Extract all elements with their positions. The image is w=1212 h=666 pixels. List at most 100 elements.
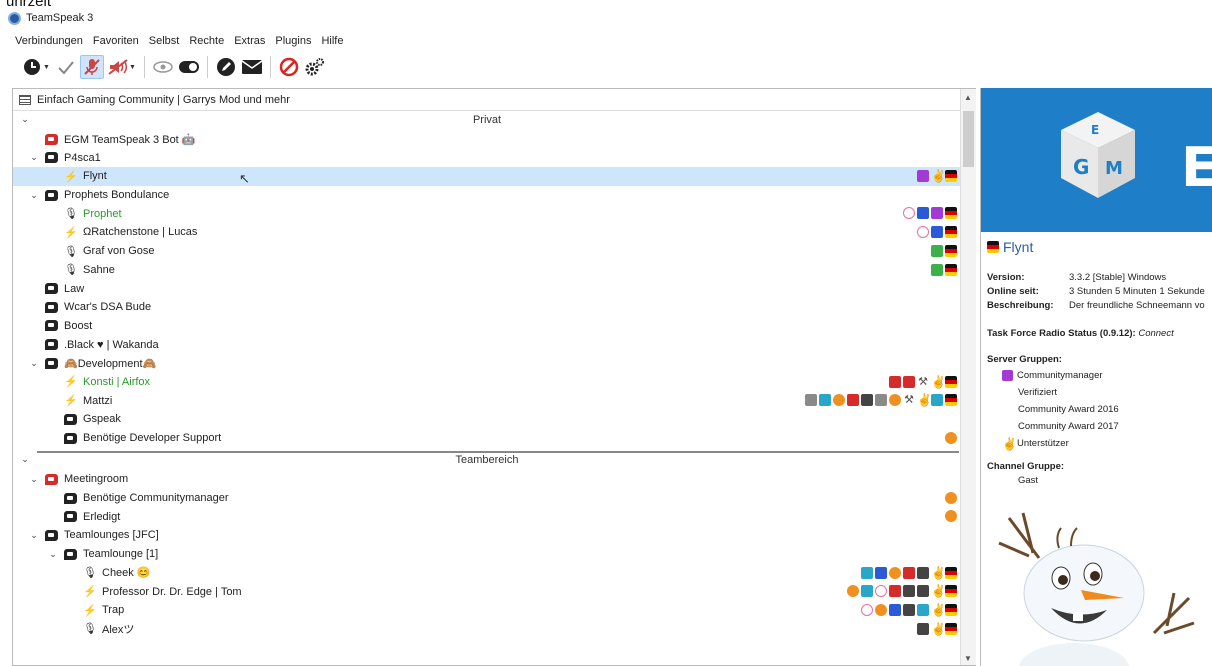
channel-row[interactable]: EGM TeamSpeak 3 Bot 🤖 <box>13 130 961 149</box>
mute-microphone-button[interactable] <box>79 55 104 79</box>
client-row[interactable]: ⚡ Konsti | Airfox ⚒ ✌ <box>13 373 961 392</box>
channel-row[interactable]: Gspeak <box>13 410 961 429</box>
communitymanager-icon <box>1002 370 1013 381</box>
group-badges <box>917 226 957 239</box>
client-row[interactable]: ⚡ Professor Dr. Dr. Edge | Tom ✌ <box>13 582 961 601</box>
group-badge-icon <box>931 244 943 257</box>
channel-row[interactable]: ⌄ Prophets Bondulance <box>13 186 961 205</box>
channel-row[interactable]: ⌄ Teamlounge [1] <box>13 545 961 564</box>
channel-icon <box>64 492 77 504</box>
chevron-down-icon[interactable]: ▼ <box>43 64 50 71</box>
german-flag-icon <box>945 394 957 407</box>
menu-selbst[interactable]: Selbst <box>144 33 185 49</box>
activate-microphone-button[interactable] <box>54 55 78 79</box>
channel-row[interactable]: Benötige Communitymanager <box>13 489 961 508</box>
spacer-teambereich[interactable]: ⌄ Teambereich <box>13 451 961 470</box>
menu-rechte[interactable]: Rechte <box>184 33 229 49</box>
server-groups-label: Server Gruppen: <box>987 354 1062 365</box>
edit-button[interactable] <box>214 55 238 79</box>
menu-plugins[interactable]: Plugins <box>270 33 316 49</box>
row-name: Wcar's DSA Bude <box>64 301 152 314</box>
channel-icon <box>64 548 77 560</box>
toolbar-divider <box>269 56 271 78</box>
client-name: Flynt <box>1003 239 1034 255</box>
client-row[interactable]: 🎙 Graf von Gose <box>13 242 961 261</box>
channel-row[interactable]: .Black ♥ | Wakanda <box>13 335 961 354</box>
chevron-down-icon[interactable]: ⌄ <box>23 474 45 485</box>
client-row[interactable]: 🎙 Prophet <box>13 204 961 223</box>
menu-hilfe[interactable]: Hilfe <box>316 33 348 49</box>
chevron-down-icon[interactable]: ⌄ <box>42 549 64 560</box>
window-title: TeamSpeak 3 <box>26 12 94 24</box>
group-badge-icon <box>903 207 915 220</box>
chevron-down-icon[interactable]: ⌄ <box>23 530 45 541</box>
chevron-down-icon[interactable]: ⌄ <box>23 190 45 201</box>
chevron-down-icon[interactable]: ⌄ <box>23 152 45 163</box>
channel-row[interactable]: ⌄ Teamlounges [JFC] <box>13 526 961 545</box>
channel-row[interactable]: Law <box>13 279 961 298</box>
group-badge-icon: ✌ <box>931 565 946 580</box>
client-row[interactable]: 🎙 Cheek 😊 ✌ <box>13 564 961 583</box>
online-value: 3 Stunden 5 Minuten 1 Sekunde <box>1069 286 1205 297</box>
german-flag-icon <box>945 170 957 183</box>
chevron-down-icon[interactable]: ⌄ <box>23 358 45 369</box>
spacer-privat[interactable]: ⌄ Privat <box>13 111 961 130</box>
chevron-down-icon[interactable]: ▼ <box>129 64 136 71</box>
clock-icon <box>24 59 40 75</box>
row-name: .Black ♥ | Wakanda <box>64 338 159 351</box>
avatar <box>998 512 1195 666</box>
scroll-up-arrow-icon[interactable]: ▲ <box>964 93 972 102</box>
german-flag-icon <box>945 207 957 220</box>
toggle-icon <box>178 61 199 73</box>
settings-button[interactable] <box>303 55 327 79</box>
row-name: Benötige Developer Support <box>83 432 222 445</box>
subscribe-button[interactable] <box>151 55 175 79</box>
channel-icon <box>45 189 58 201</box>
muted-microphone-icon: ⚡ <box>64 395 78 408</box>
scrollbar-thumb[interactable] <box>963 111 974 167</box>
client-row[interactable]: 🎙 Sahne <box>13 261 961 280</box>
client-row[interactable]: 🎙 Alexツ ✌ <box>13 620 961 639</box>
scroll-down-arrow-icon[interactable]: ▼ <box>964 654 972 663</box>
mouse-cursor-icon: ↖ <box>239 171 250 187</box>
client-row[interactable]: ⚡ Flynt ✌ ↖ <box>13 167 961 186</box>
row-name: Prophets Bondulance <box>64 189 170 202</box>
away-status-button[interactable] <box>20 55 44 79</box>
server-header[interactable]: Einfach Gaming Community | Garrys Mod un… <box>13 89 976 111</box>
row-name: Graf von Gose <box>83 245 155 258</box>
channel-row[interactable]: Boost <box>13 317 961 336</box>
channel-row[interactable]: ⌄ 🙈Development🙈 <box>13 354 961 373</box>
client-row[interactable]: ⚡ ΩRatchenstone | Lucas <box>13 223 961 242</box>
group-badges <box>945 510 957 523</box>
client-row[interactable]: ⚡ Mattzi ⚒ ✌ <box>13 391 961 410</box>
tree-scrollbar[interactable]: ▲ ▼ <box>960 89 976 665</box>
channel-row[interactable]: Erledigt <box>13 507 961 526</box>
toggle-button[interactable] <box>177 55 201 79</box>
channel-tree[interactable]: Einfach Gaming Community | Garrys Mod un… <box>12 88 976 666</box>
menu-verbindungen[interactable]: Verbindungen <box>10 33 88 49</box>
server-group-item: ✌ Unterstützer <box>1002 437 1069 451</box>
banner-letter: E <box>1181 136 1212 199</box>
group-badge-icon: ✌ <box>931 602 946 617</box>
channel-row[interactable]: Wcar's DSA Bude <box>13 298 961 317</box>
channel-row[interactable]: Benötige Developer Support <box>13 429 961 448</box>
spacer-label: Privat <box>472 114 502 126</box>
channel-icon <box>45 133 58 145</box>
ban-button[interactable] <box>277 55 301 79</box>
mute-speakers-button[interactable] <box>106 55 130 79</box>
group-badge-icon: ✌ <box>931 169 946 184</box>
group-badges: ✌ <box>861 565 957 580</box>
client-row[interactable]: ⚡ Trap ✌ <box>13 601 961 620</box>
menu-favoriten[interactable]: Favoriten <box>88 33 144 49</box>
channel-row[interactable]: ⌄ Meetingroom <box>13 470 961 489</box>
menu-extras[interactable]: Extras <box>229 33 270 49</box>
messages-button[interactable] <box>240 55 264 79</box>
group-badge-icon: ⚒ <box>918 375 928 388</box>
channel-row[interactable]: ⌄ P4sca1 <box>13 148 961 167</box>
group-badge-icon <box>917 170 929 183</box>
group-badge-icon <box>945 431 957 444</box>
row-name: Boost <box>64 319 93 332</box>
row-name: Benötige Communitymanager <box>83 492 229 505</box>
group-badge-icon <box>903 603 915 616</box>
group-badge-icon <box>931 263 943 276</box>
